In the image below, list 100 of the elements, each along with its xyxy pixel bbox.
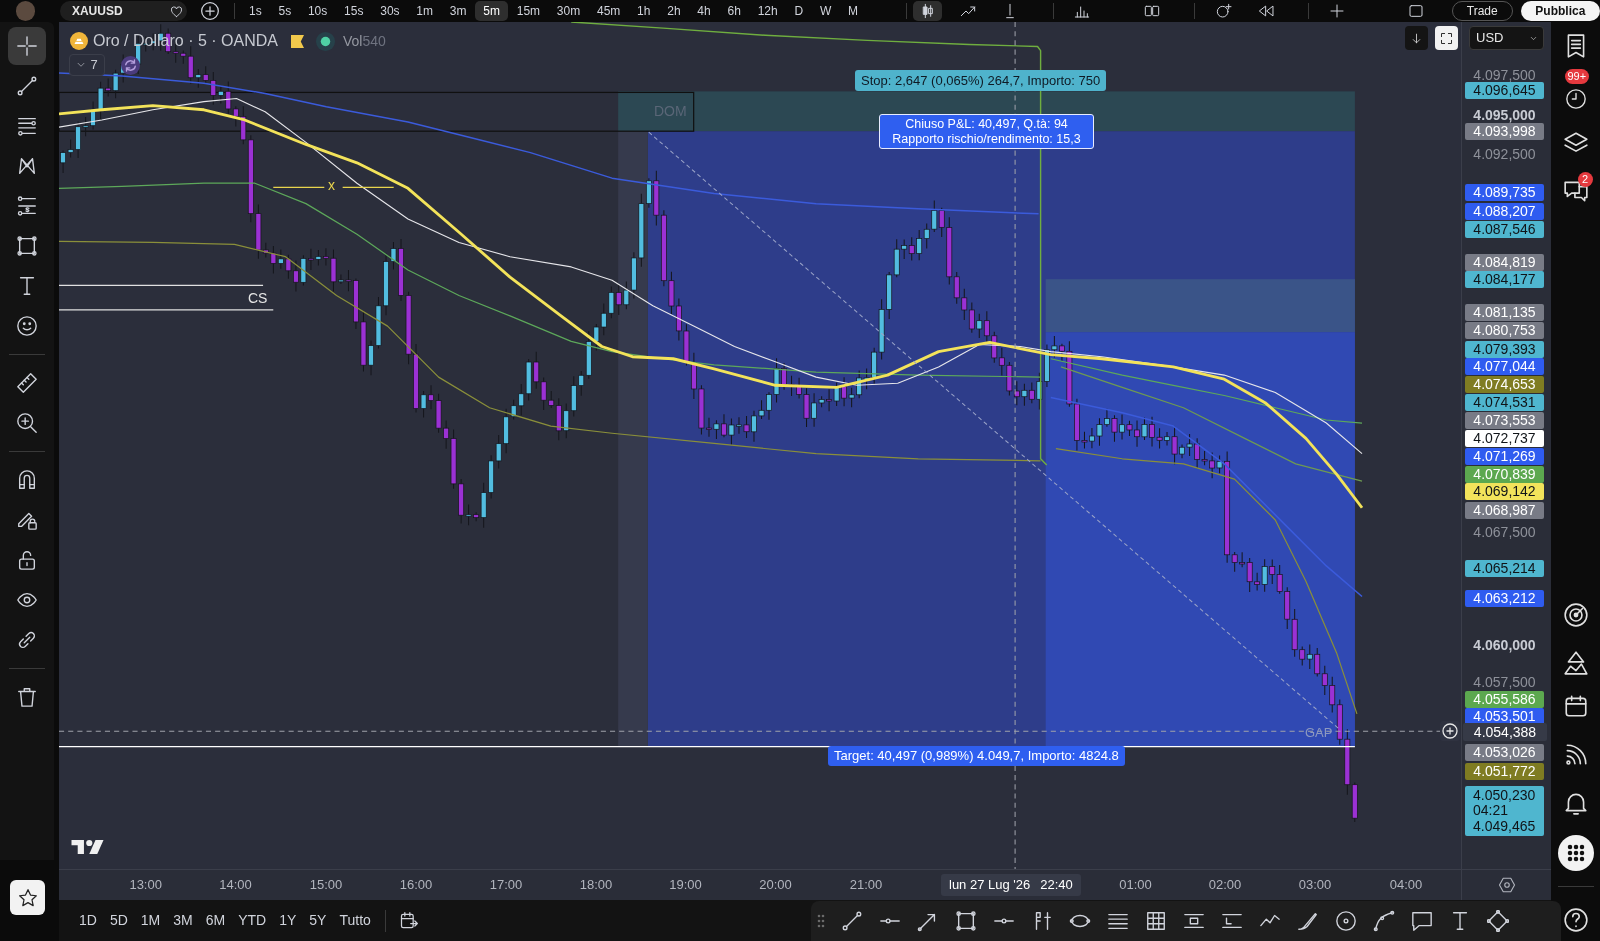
fit-screen-button[interactable] [1435, 26, 1458, 50]
crosshair-date: lun 27 Lug '26 [949, 876, 1031, 895]
triangles-icon[interactable] [1562, 650, 1589, 676]
grid-icon[interactable] [1145, 910, 1167, 932]
speech-bubble-icon[interactable] [1411, 910, 1433, 932]
timeframe-tab[interactable]: W [811, 1, 840, 21]
price-label: 4.057,500 [1472, 675, 1537, 691]
price-label: 4.097,500 [1472, 68, 1537, 83]
indicators-toggle[interactable]: 7 [69, 54, 105, 76]
circle-icon[interactable] [1335, 910, 1357, 932]
favorite-button[interactable] [10, 880, 45, 915]
plus-circle-icon[interactable] [1440, 721, 1460, 741]
timeframe-tab[interactable]: 4h [688, 1, 720, 21]
range-button[interactable]: 1D [73, 906, 103, 935]
range-button[interactable]: 5Y [303, 906, 333, 935]
curve-icon[interactable] [1373, 910, 1395, 932]
trend-arrow-icon [959, 3, 976, 19]
timeframe-tab[interactable]: 15s [335, 1, 372, 21]
notification-badge: 99+ [1564, 69, 1590, 84]
link-icon [16, 629, 38, 651]
range-button[interactable]: YTD [232, 906, 273, 935]
bar-chart-icon [1073, 3, 1090, 19]
timeframe-tab[interactable]: 30s [371, 1, 408, 21]
timeframe-tab[interactable]: D [786, 1, 812, 21]
timeframe-tab[interactable]: 12h [749, 1, 787, 21]
trend-line-icon[interactable] [841, 910, 863, 932]
current-price-text: 04:21 [1473, 803, 1510, 819]
range-button[interactable]: 6M [199, 906, 232, 935]
settings-icon [1497, 876, 1516, 894]
levels-icon [16, 195, 38, 217]
price-tag: 4.068,987 [1465, 501, 1544, 519]
ruler-icon [16, 372, 38, 394]
status-dot-icon [315, 31, 335, 51]
currency-dropdown[interactable]: USD [1469, 26, 1544, 50]
drag-handle-icon[interactable] [817, 914, 825, 928]
rewind-icon [1257, 3, 1274, 19]
timeframe-tab[interactable]: 30m [548, 1, 589, 21]
price-label: 4.060,000 [1472, 638, 1537, 654]
smiley-icon [16, 315, 38, 337]
unlock-icon [16, 549, 38, 571]
timeframe-tab[interactable]: 6h [719, 1, 750, 21]
timeframe-tab[interactable]: 2h [658, 1, 689, 21]
crosshair-time: 22:40 [1040, 876, 1073, 895]
symbol-search[interactable]: XAUUSD [59, 1, 187, 21]
frame-icon [1439, 30, 1454, 46]
price-label: 4.092,500 [1472, 146, 1537, 162]
drawing-label: CS [248, 290, 268, 306]
brush-icon[interactable] [1297, 910, 1319, 932]
scroll-down-button[interactable] [1405, 26, 1428, 50]
price-tag: 4.063,212 [1465, 589, 1544, 607]
price-tag: 4.080,753 [1465, 322, 1544, 340]
time-label: 02:00 [1208, 877, 1242, 893]
heart-icon[interactable] [168, 3, 184, 19]
clock-icon[interactable] [1564, 88, 1587, 110]
range-button[interactable]: 1Y [273, 906, 303, 935]
level-line [342, 186, 395, 188]
apps-icon[interactable] [1557, 835, 1594, 871]
time-label: 04:00 [1389, 877, 1423, 893]
target-icon[interactable] [1562, 602, 1589, 628]
timeframe-tab[interactable]: 5s [270, 1, 300, 21]
timeframe-tab[interactable]: 1h [628, 1, 659, 21]
timeframe-tab[interactable]: M [839, 1, 867, 21]
crosshair-price-label: 4.054,388 [1463, 722, 1547, 741]
range-button[interactable]: 1M [134, 906, 167, 935]
timeframe-tab[interactable]: 3m [441, 1, 475, 21]
timeframe-tab[interactable]: 15m [508, 1, 549, 21]
refresh-icon[interactable] [121, 55, 140, 75]
range-button[interactable]: 5D [103, 906, 134, 935]
timeframe-tab[interactable]: 10s [299, 1, 336, 21]
star-icon [17, 887, 38, 908]
calendar-icon[interactable] [1562, 693, 1589, 719]
timeframe-tab[interactable]: 5m [474, 1, 509, 21]
time-label: 01:00 [1119, 877, 1152, 893]
stop-label: Stop: 2,647 (0,065%) 264,7, Importo: 750 [855, 70, 1107, 91]
axis-settings-button[interactable] [1496, 875, 1517, 895]
price-label: 4.095,000 [1472, 107, 1537, 123]
help-icon[interactable] [1562, 907, 1589, 933]
timeframe-tab[interactable]: 45m [588, 1, 629, 21]
time-label: 17:00 [489, 877, 523, 893]
price-tag: 4.074,653 [1465, 376, 1544, 394]
price-tag: 4.084,177 [1465, 271, 1544, 289]
tool-button[interactable] [8, 27, 46, 65]
price-tag: 4.051,772 [1465, 762, 1544, 780]
timeframe-tab[interactable]: 1s [240, 1, 271, 21]
publish-button[interactable]: Pubblica [1520, 1, 1600, 21]
price-tag: 4.071,269 [1465, 447, 1544, 465]
range-button[interactable]: 3M [167, 906, 199, 935]
price-tag: 4.072,737 [1465, 430, 1544, 448]
time-label: 19:00 [669, 877, 702, 893]
range-button[interactable]: Tutto [333, 906, 377, 935]
timeframe-tab[interactable]: 1m [407, 1, 442, 21]
add-symbol-button[interactable] [199, 1, 220, 21]
alert-add-icon [1215, 3, 1232, 19]
toolbar-button[interactable] [913, 1, 942, 21]
current-price-text: 4.050,230 [1473, 787, 1537, 804]
pattern-icon [16, 155, 38, 177]
price-tag: 4.089,735 [1465, 184, 1544, 202]
rectangle-icon[interactable] [955, 910, 977, 932]
time-label: 03:00 [1298, 877, 1332, 893]
polygon-icon[interactable] [1487, 910, 1509, 932]
